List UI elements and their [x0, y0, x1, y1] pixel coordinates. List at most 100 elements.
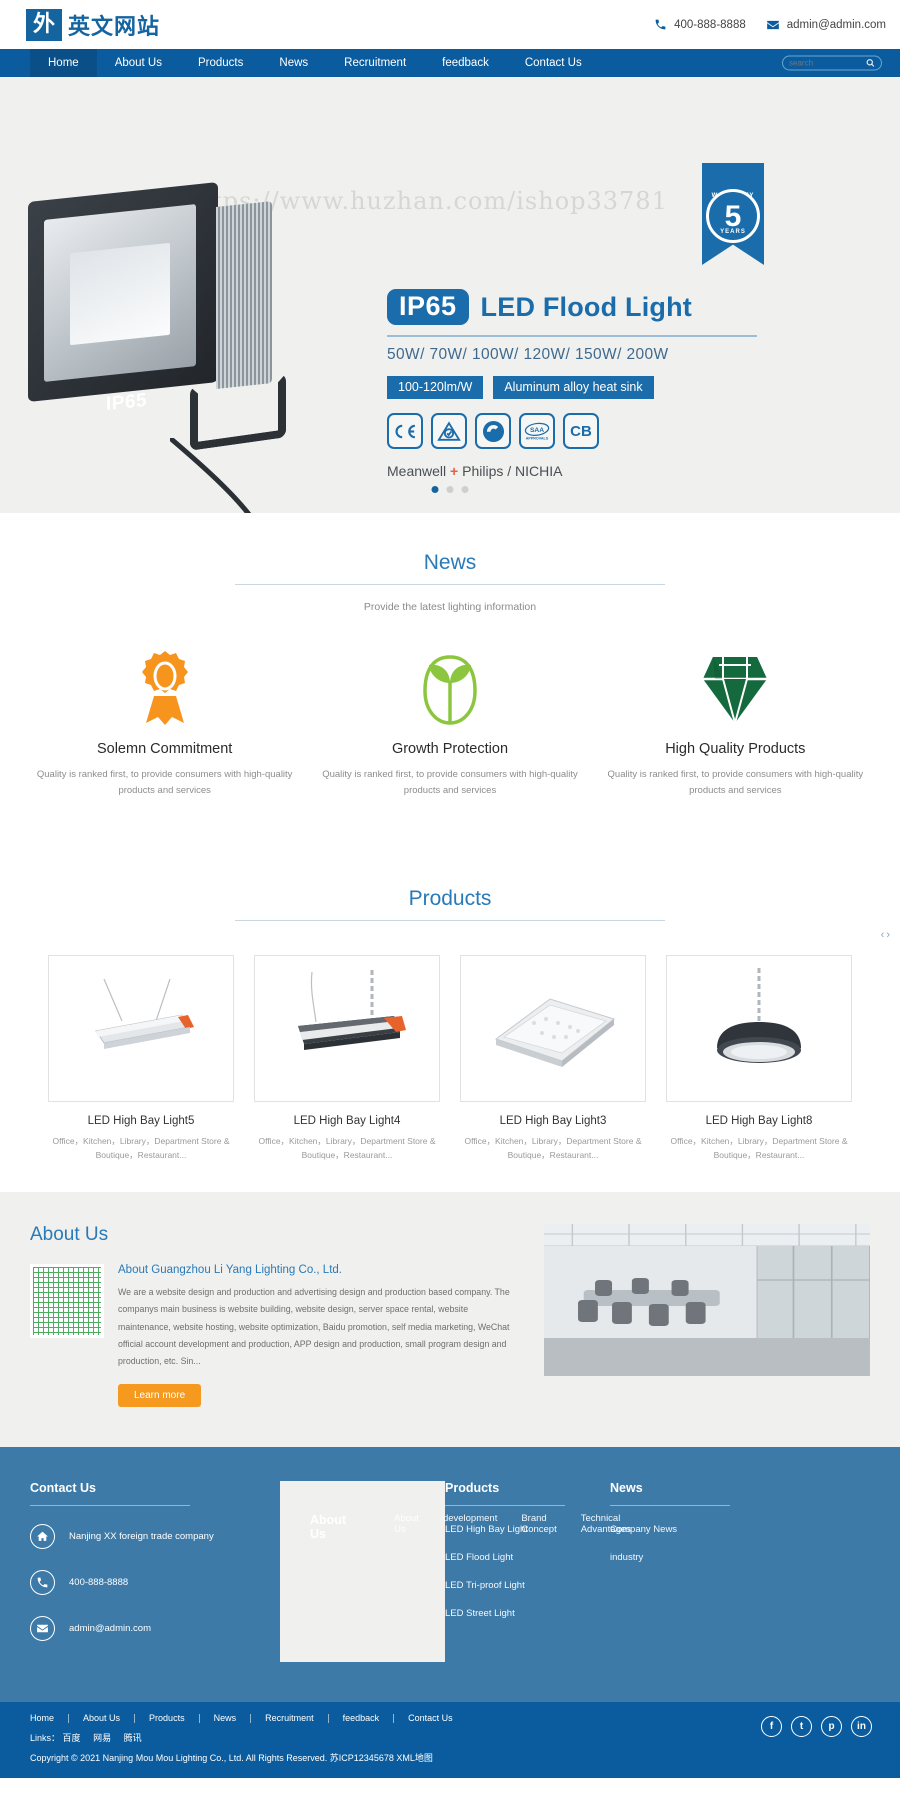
- header-email-text: admin@admin.com: [786, 18, 886, 31]
- product-desc: Office，Kitchen，Library，Department Store …: [258, 1136, 436, 1161]
- feature-title: Growth Protection: [391, 741, 509, 757]
- product-desc: Office，Kitchen，Library，Department Store …: [52, 1136, 230, 1161]
- rcm-cert-icon: [431, 413, 467, 450]
- nav-item-home[interactable]: Home: [30, 49, 97, 77]
- footer-column-contact: Contact Us Nanjing XX foreign trade comp…: [30, 1481, 280, 1662]
- nav-item-about-us[interactable]: About Us: [97, 49, 180, 77]
- footer-link-industry[interactable]: industry: [610, 1552, 751, 1563]
- linkedin-icon[interactable]: in: [851, 1716, 872, 1738]
- search-icon[interactable]: [866, 54, 875, 72]
- header-contact-group: 400-888-8888 admin@admin.com: [653, 17, 886, 32]
- footer-contact-company: Nanjing XX foreign trade company: [30, 1524, 256, 1550]
- product-card[interactable]: LED High Bay Light3 Office，Kitchen，Libra…: [460, 955, 646, 1162]
- hero-title-row: IP65 LED Flood Light: [387, 289, 757, 326]
- facebook-icon[interactable]: f: [761, 1716, 782, 1738]
- qr-code: [30, 1264, 104, 1339]
- product-image-ufo-highbay: [666, 955, 852, 1103]
- nav-item-recruitment[interactable]: Recruitment: [326, 49, 424, 77]
- footer-contact-email: admin@admin.com: [30, 1616, 256, 1642]
- news-subtitle: Provide the latest lighting information: [363, 601, 537, 613]
- brand-meanwell: Meanwell: [387, 463, 451, 480]
- news-title: News: [423, 551, 477, 574]
- bottom-bar: Home About Us Products News Recruitment …: [0, 1702, 900, 1779]
- phone-icon: [30, 1570, 55, 1596]
- products-carousel-arrows: ‹›: [881, 929, 892, 941]
- diamond-icon: [605, 647, 866, 727]
- lamp-reflector-face: [44, 204, 196, 382]
- products-next-arrow[interactable]: ›: [886, 929, 892, 941]
- feature-card-growth[interactable]: Growth Protection Quality is ranked firs…: [307, 647, 592, 799]
- news-section: News Provide the latest lighting informa…: [0, 513, 900, 849]
- ce-cert-icon: [387, 413, 423, 450]
- search-box[interactable]: [782, 54, 882, 72]
- footer-link-high-bay-light[interactable]: LED High Bay Light: [445, 1524, 586, 1535]
- about-section: About Us About Guangzhou Li Yang Lightin…: [0, 1192, 900, 1448]
- footer-divider: [610, 1505, 730, 1507]
- product-image-flat-highbay: [460, 955, 646, 1103]
- carousel-dot-2[interactable]: [446, 486, 454, 493]
- feature-desc: Quality is ranked first, to provide cons…: [36, 769, 293, 797]
- header-phone[interactable]: 400-888-8888: [653, 17, 746, 32]
- bottom-nav-contact-us[interactable]: Contact Us: [394, 1713, 467, 1723]
- nav-item-products[interactable]: Products: [180, 49, 261, 77]
- footer-divider: [30, 1505, 190, 1507]
- about-left-column: About Us About Guangzhou Li Yang Lightin…: [30, 1224, 520, 1408]
- flood-light-product-image: IP65: [20, 152, 350, 513]
- sprout-leaf-icon: [319, 647, 580, 727]
- page-root: 外 英文网站 400-888-8888 admin@admin.com Home…: [0, 0, 900, 1779]
- site-logo[interactable]: 外 英文网站: [26, 8, 160, 41]
- footer-link-flood-light[interactable]: LED Flood Light: [445, 1552, 586, 1563]
- feature-card-quality[interactable]: High Quality Products Quality is ranked …: [593, 647, 878, 799]
- feature-card-commitment[interactable]: Solemn Commitment Quality is ranked firs…: [22, 647, 307, 799]
- learn-more-button[interactable]: Learn more: [118, 1384, 202, 1408]
- footer-link-street-light[interactable]: LED Street Light: [445, 1608, 586, 1619]
- friendly-link-netease[interactable]: 网易: [93, 1733, 111, 1743]
- news-header: News Provide the latest lighting informa…: [0, 513, 900, 613]
- product-card[interactable]: LED High Bay Light8 Office，Kitchen，Libra…: [666, 955, 852, 1162]
- carousel-dots: [431, 486, 469, 493]
- svg-text:SAA: SAA: [530, 427, 544, 434]
- feature-desc: Quality is ranked first, to provide cons…: [322, 769, 578, 797]
- news-divider: [235, 584, 665, 585]
- bottom-nav-recruitment[interactable]: Recruitment: [251, 1713, 328, 1723]
- search-input[interactable]: [789, 58, 863, 68]
- feature-title: Solemn Commitment: [96, 741, 233, 757]
- bottom-nav-about-us[interactable]: About Us: [69, 1713, 134, 1723]
- footer-col-title: About Us: [310, 1513, 347, 1542]
- bottom-nav-feedback[interactable]: feedback: [329, 1713, 394, 1723]
- lamp-ip-label: IP65: [106, 389, 148, 416]
- svg-text:APPROVALS: APPROVALS: [526, 437, 549, 441]
- product-card[interactable]: LED High Bay Light5 Office，Kitchen，Libra…: [48, 955, 234, 1162]
- bottom-nav-home[interactable]: Home: [30, 1713, 68, 1723]
- friendly-link-baidu[interactable]: 百度: [63, 1733, 81, 1743]
- friendly-link-tencent[interactable]: 腾讯: [124, 1733, 142, 1743]
- nav-item-feedback[interactable]: feedback: [424, 49, 507, 77]
- nav-item-news[interactable]: News: [261, 49, 326, 77]
- office-photo: [544, 1224, 870, 1377]
- carousel-dot-1[interactable]: [431, 486, 439, 493]
- header-email[interactable]: admin@admin.com: [766, 17, 886, 32]
- twitter-icon[interactable]: t: [791, 1716, 812, 1738]
- cb-cert-icon: CB: [563, 413, 599, 450]
- bottom-nav-products[interactable]: Products: [135, 1713, 199, 1723]
- footer-link-tri-proof-light[interactable]: LED Tri-proof Light: [445, 1580, 586, 1591]
- about-right-column: [544, 1224, 870, 1407]
- footer-link-company-news[interactable]: Company News: [610, 1524, 751, 1535]
- nav-item-contact-us[interactable]: Contact Us: [507, 49, 600, 77]
- certification-row: SAA APPROVALS CB: [387, 413, 757, 450]
- products-divider: [235, 920, 665, 922]
- product-name: LED High Bay Light3: [499, 1115, 607, 1128]
- social-links: f t p in: [761, 1716, 872, 1738]
- hero-info-block: IP65 LED Flood Light 50W/ 70W/ 100W/ 120…: [387, 289, 757, 479]
- carousel-dot-3[interactable]: [461, 486, 469, 493]
- bottom-nav-news[interactable]: News: [200, 1713, 251, 1723]
- qr-code-pattern: [33, 1267, 101, 1336]
- footer-link-about-us[interactable]: About Us: [394, 1513, 419, 1605]
- product-name: LED High Bay Light5: [87, 1115, 195, 1128]
- hero-tag-row: 100-120lm/W Aluminum alloy heat sink: [387, 376, 757, 400]
- products-title: Products: [408, 887, 492, 911]
- envelope-icon: [766, 17, 781, 32]
- product-card[interactable]: LED High Bay Light4 Office，Kitchen，Libra…: [254, 955, 440, 1162]
- pinterest-icon[interactable]: p: [821, 1716, 842, 1738]
- about-paragraph: We are a website design and production a…: [118, 1287, 510, 1366]
